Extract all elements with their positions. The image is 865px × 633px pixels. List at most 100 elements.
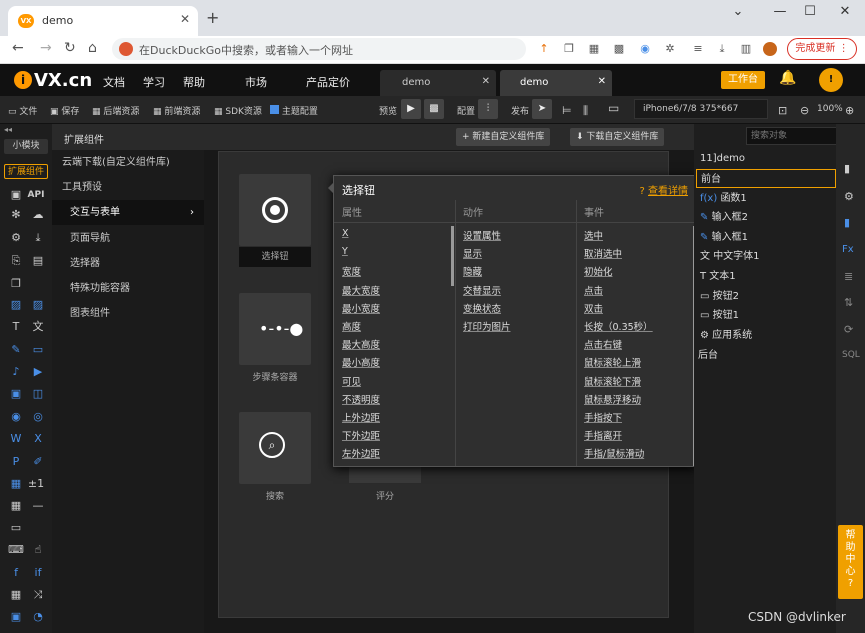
prop-item[interactable]: 最小高度 — [342, 355, 380, 373]
play-icon[interactable]: ▶ — [401, 99, 421, 119]
event-item[interactable]: 手指/鼠标滑动 — [584, 446, 653, 464]
download-icon[interactable]: ⤓ — [29, 231, 47, 245]
prop-item[interactable]: 宽度 — [342, 264, 380, 282]
brush-icon[interactable]: ✐ — [29, 455, 47, 469]
gear-icon[interactable]: ⚙ — [7, 231, 25, 245]
tree-node-button2[interactable]: ▭ 按钮2 — [694, 287, 836, 306]
excel-icon[interactable]: X — [29, 432, 47, 446]
event-item[interactable]: 点击右键 — [584, 337, 653, 355]
map-icon[interactable]: ◉ — [7, 410, 25, 424]
divider-icon[interactable]: — — [29, 499, 47, 513]
event-item[interactable]: 鼠标悬浮移动 — [584, 392, 653, 410]
reload-icon[interactable]: ↻ — [64, 40, 76, 56]
comment-icon[interactable]: ▮ — [844, 162, 850, 175]
touch-icon[interactable]: ☝ — [29, 543, 47, 557]
browser-tab[interactable]: VX demo ✕ — [8, 6, 198, 36]
ext-component-button[interactable]: 扩展组件 — [4, 164, 48, 179]
circle-extension-icon[interactable]: ◉ — [638, 42, 652, 56]
sync-icon[interactable]: ⟳ — [844, 323, 853, 336]
small-module-button[interactable]: 小模块 — [4, 139, 48, 154]
profile-avatar[interactable] — [763, 42, 777, 56]
sql-icon[interactable]: SQL — [842, 350, 860, 360]
tile-search[interactable]: ⌕ — [239, 412, 311, 484]
sdk-resources-button[interactable]: ▦ SDK资源 — [214, 104, 262, 117]
prop-item[interactable]: 高度 — [342, 319, 380, 337]
category-page-nav[interactable]: 页面导航 — [52, 226, 204, 251]
event-item[interactable]: 初始化 — [584, 264, 653, 282]
action-item[interactable]: 显示 — [463, 246, 511, 264]
timer-icon[interactable]: ◔ — [29, 610, 47, 624]
live-icon[interactable]: ▭ — [7, 521, 25, 535]
view-details-link[interactable]: ? 查看详情 — [640, 182, 689, 197]
tree-node-front[interactable]: 前台 — [696, 169, 836, 188]
pattern-icon[interactable]: ▦ — [7, 477, 25, 491]
image-icon[interactable]: ▨ — [7, 298, 25, 312]
chat-icon[interactable]: ▮ — [844, 216, 850, 229]
doc-tab-1[interactable]: demo ✕ — [380, 70, 496, 96]
event-item[interactable]: 双击 — [584, 301, 653, 319]
copy-icon[interactable]: ❐ — [7, 277, 25, 291]
copy-icon[interactable]: ❐ — [562, 42, 576, 56]
tree-node-button1[interactable]: ▭ 按钮1 — [694, 306, 836, 325]
counter-icon[interactable]: ±1 — [27, 477, 45, 491]
align-center-icon[interactable]: ⫼ — [583, 104, 588, 118]
edit-icon[interactable]: ✎ — [7, 343, 25, 357]
shuffle-icon[interactable]: ⤨ — [29, 588, 47, 602]
menu-learn[interactable]: 学习 — [143, 74, 165, 90]
prop-item[interactable]: 可见 — [342, 374, 380, 392]
help-center-button[interactable]: 帮助中心? — [838, 525, 863, 599]
action-item[interactable]: 变换状态 — [463, 301, 511, 319]
close-tab-icon[interactable]: ✕ — [598, 76, 606, 87]
doc-tab-2[interactable]: demo ✕ — [500, 70, 612, 96]
event-item[interactable]: 手指离开 — [584, 428, 653, 446]
user-avatar[interactable]: ! — [819, 68, 843, 92]
scrollbar[interactable] — [451, 226, 454, 286]
theme-config-button[interactable]: 主题配置 — [270, 104, 318, 117]
tree-root[interactable]: 11]demo — [694, 149, 836, 168]
html-icon[interactable]: ◫ — [29, 387, 47, 401]
prop-item[interactable]: 下外边距 — [342, 428, 380, 446]
pin-icon[interactable]: ↑ — [537, 42, 551, 56]
prop-item[interactable]: 最大高度 — [342, 337, 380, 355]
prop-item[interactable]: 上外边距 — [342, 410, 380, 428]
playlist-icon[interactable]: ≡ — [691, 42, 705, 56]
tree-node-input1[interactable]: ✎ 输入框1 — [694, 228, 836, 247]
fit-screen-icon[interactable]: ⊡ — [778, 104, 787, 117]
tree-node-text[interactable]: T 文本1 — [694, 267, 836, 286]
video-icon[interactable]: ▶ — [29, 365, 47, 379]
frame-icon[interactable]: ▣ — [7, 387, 25, 401]
close-tab-icon[interactable]: ✕ — [180, 12, 190, 26]
qr-preview-icon[interactable]: ▩ — [424, 99, 444, 119]
new-lib-button[interactable]: + 新建自定义组件库 — [456, 128, 551, 146]
minimize-icon[interactable]: — — [765, 4, 795, 19]
prop-item[interactable]: 最小宽度 — [342, 301, 380, 319]
close-window-icon[interactable]: ✕ — [830, 4, 860, 19]
tile-radio[interactable] — [239, 174, 311, 246]
tree-node-input2[interactable]: ✎ 输入框2 — [694, 208, 836, 227]
category-interaction-forms[interactable]: 交互与表单 › — [52, 200, 204, 225]
sliders-icon[interactable]: ⫶ — [478, 99, 498, 119]
card-icon[interactable]: ▤ — [29, 254, 47, 268]
home-icon[interactable]: ⌂ — [88, 40, 97, 56]
tile-rating[interactable] — [349, 466, 421, 483]
download-lib-button[interactable]: ⬇ 下载自定义组件库 — [570, 128, 665, 146]
frontend-resources-button[interactable]: ▦ 前端资源 — [153, 104, 200, 117]
keyboard-icon[interactable]: ⌨ — [7, 543, 25, 557]
rich-text-icon[interactable]: ▭ — [29, 343, 47, 357]
tree-node-function[interactable]: f(x) 函数1 — [694, 189, 836, 208]
close-tab-icon[interactable]: ✕ — [482, 76, 490, 87]
tree-node-back[interactable]: 后台 — [694, 346, 836, 365]
qr-scan-icon[interactable]: ▩ — [612, 42, 626, 56]
collapse-icon[interactable]: ◂◂ — [4, 125, 12, 134]
category-special-container[interactable]: 特殊功能容器 — [52, 276, 204, 301]
qr-code-icon[interactable]: ▦ — [587, 42, 601, 56]
monitor-icon[interactable]: ▭ — [608, 101, 619, 115]
tree-node-font[interactable]: 文 中文字体1 — [694, 247, 836, 266]
new-tab-icon[interactable]: + — [206, 8, 219, 27]
ppt-icon[interactable]: P — [7, 455, 25, 469]
icon-icon[interactable]: ◎ — [29, 410, 47, 424]
import-icon[interactable]: ⎘ — [7, 254, 25, 268]
save-button[interactable]: ▣ 保存 — [50, 104, 79, 117]
note-icon[interactable]: ▣ — [7, 610, 25, 624]
prop-item[interactable]: 左外边距 — [342, 446, 380, 464]
